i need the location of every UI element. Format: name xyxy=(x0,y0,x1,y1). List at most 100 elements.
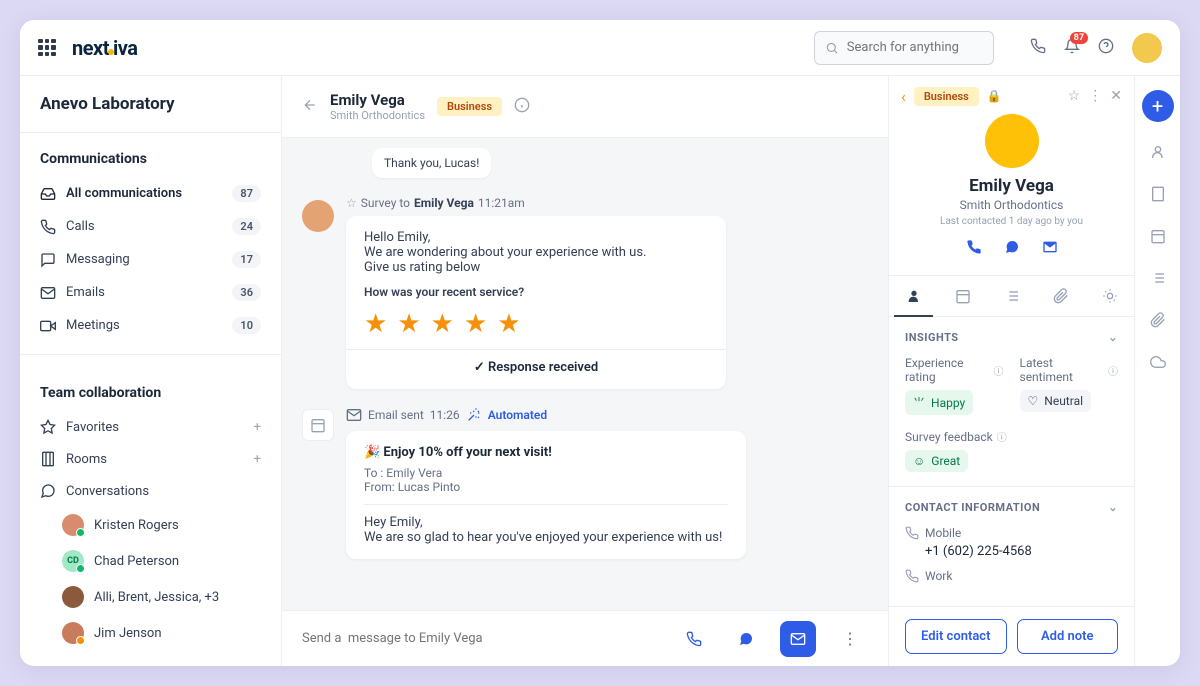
rail-list-icon[interactable] xyxy=(1150,270,1166,290)
edit-contact-button[interactable]: Edit contact xyxy=(905,619,1007,654)
rail-company-icon[interactable] xyxy=(1150,186,1166,206)
action-call[interactable] xyxy=(966,239,982,259)
phone-icon xyxy=(905,526,919,540)
survey-chip: ☺Great xyxy=(905,450,968,472)
video-icon xyxy=(40,318,56,334)
heart-icon: ♡ xyxy=(1028,394,1039,408)
rating-stars[interactable]: ★★★★★ xyxy=(364,309,708,339)
smile-icon: ☺ xyxy=(913,454,925,468)
contact-info-section[interactable]: CONTACT INFORMATION⌄ xyxy=(905,501,1118,514)
compose-email-button[interactable] xyxy=(780,621,816,657)
section-communications: Communications xyxy=(20,133,281,177)
more-icon[interactable]: ⋮ xyxy=(1088,88,1102,104)
phone-icon xyxy=(40,219,56,235)
rail-cloud-icon[interactable] xyxy=(1150,354,1166,374)
apps-grid-icon[interactable] xyxy=(38,39,56,57)
search-input[interactable] xyxy=(847,40,983,55)
nav-emails[interactable]: Emails36 xyxy=(20,276,281,309)
tab-insights[interactable] xyxy=(1085,276,1134,316)
global-search[interactable] xyxy=(814,31,994,65)
nav-messaging[interactable]: Messaging17 xyxy=(20,243,281,276)
insights-section[interactable]: INSIGHTS⌄ xyxy=(905,331,1118,344)
profile-avatar xyxy=(985,114,1039,168)
last-contacted: Last contacted 1 day ago by you xyxy=(940,216,1083,227)
help-icon[interactable] xyxy=(1098,38,1114,58)
phone-icon xyxy=(905,569,919,583)
nav-calls[interactable]: Calls24 xyxy=(20,210,281,243)
topbar: nextiva 87 xyxy=(20,20,1180,76)
profile-name: Emily Vega xyxy=(969,176,1054,196)
conversation-item[interactable]: Jim Jenson xyxy=(20,615,281,651)
compose-input[interactable] xyxy=(302,631,660,646)
back-button[interactable] xyxy=(302,97,318,117)
message-icon xyxy=(40,252,56,268)
rail-calendar-icon[interactable] xyxy=(1150,228,1166,248)
rail-contacts-icon[interactable] xyxy=(1150,144,1166,164)
inbox-icon xyxy=(40,186,56,202)
nav-meetings[interactable]: Meetings10 xyxy=(20,309,281,342)
create-button[interactable]: + xyxy=(1142,90,1174,122)
tab-tasks[interactable] xyxy=(987,276,1036,316)
add-room[interactable]: + xyxy=(254,452,261,467)
pulse-icon: ⺌ xyxy=(913,394,925,411)
org-title: Anevo Laboratory xyxy=(20,76,281,133)
add-note-button[interactable]: Add note xyxy=(1017,619,1119,654)
building-icon xyxy=(40,451,56,467)
star-icon: ☆ xyxy=(346,196,357,210)
app-rail: + xyxy=(1134,76,1180,666)
phone-icon[interactable] xyxy=(1030,38,1046,58)
experience-chip: ⺌Happy xyxy=(905,390,973,415)
close-icon[interactable]: ✕ xyxy=(1110,88,1122,104)
conversation-view: Emily Vega Smith Orthodontics Business T… xyxy=(282,76,888,666)
star-icon xyxy=(40,419,56,435)
panel-back[interactable]: ‹ xyxy=(901,87,906,106)
compose-message-button[interactable] xyxy=(728,621,764,657)
action-message[interactable] xyxy=(1004,239,1020,259)
chat-icon xyxy=(40,483,56,499)
sentiment-chip: ♡Neutral xyxy=(1020,390,1092,412)
message-bubble: Thank you, Lucas! xyxy=(372,148,491,178)
contact-tag: Business xyxy=(437,97,502,116)
rail-attachment-icon[interactable] xyxy=(1150,312,1166,332)
compose-more-button[interactable]: ⋮ xyxy=(832,621,868,657)
wand-icon xyxy=(466,407,482,423)
search-icon xyxy=(825,40,839,56)
panel-tabs xyxy=(889,275,1134,317)
conversation-header: Emily Vega Smith Orthodontics Business xyxy=(282,76,888,138)
conversation-item[interactable]: Kristen Rogers xyxy=(20,507,281,543)
mail-icon xyxy=(346,407,362,423)
contact-panel: ‹ Business 🔒 ☆ ⋮ ✕ Emily Vega Smith Orth… xyxy=(888,76,1134,666)
compose-call-button[interactable] xyxy=(676,621,712,657)
conversation-item[interactable]: Alli, Brent, Jessica, +3 xyxy=(20,579,281,615)
contact-name: Emily Vega xyxy=(330,91,425,109)
info-icon[interactable]: ⓘ xyxy=(1108,363,1118,378)
section-team: Team collaboration xyxy=(20,367,281,411)
nav-all-communications[interactable]: All communications87 xyxy=(20,177,281,210)
info-icon[interactable]: ⓘ xyxy=(994,363,1004,378)
user-avatar[interactable] xyxy=(1132,33,1162,63)
logo: nextiva xyxy=(72,36,137,60)
star-icon[interactable]: ☆ xyxy=(1068,88,1081,104)
sender-avatar xyxy=(302,200,334,232)
contact-tag: Business xyxy=(914,87,979,106)
compose-bar: ⋮ xyxy=(282,610,888,666)
tab-calendar[interactable] xyxy=(938,276,987,316)
mail-icon xyxy=(40,285,56,301)
info-icon[interactable] xyxy=(514,97,530,117)
timeline: Thank you, Lucas! ☆Survey to Emily Vega … xyxy=(282,138,888,610)
lock-icon: 🔒 xyxy=(987,89,1002,103)
nav-rooms[interactable]: Rooms+ xyxy=(20,443,281,475)
nav-favorites[interactable]: Favorites+ xyxy=(20,411,281,443)
tab-person[interactable] xyxy=(889,276,938,316)
tab-attachments[interactable] xyxy=(1036,276,1085,316)
nav-conversations[interactable]: Conversations xyxy=(20,475,281,507)
mobile-number: +1 (602) 225-4568 xyxy=(925,544,1118,559)
profile-company: Smith Orthodontics xyxy=(960,198,1064,212)
conversation-item[interactable]: CDChad Peterson xyxy=(20,543,281,579)
chevron-down-icon: ⌄ xyxy=(1108,331,1118,344)
add-favorite[interactable]: + xyxy=(254,420,261,435)
bell-icon[interactable]: 87 xyxy=(1064,38,1080,58)
action-email[interactable] xyxy=(1042,239,1058,259)
notification-badge: 87 xyxy=(1070,32,1088,44)
info-icon[interactable]: ⓘ xyxy=(997,429,1007,444)
